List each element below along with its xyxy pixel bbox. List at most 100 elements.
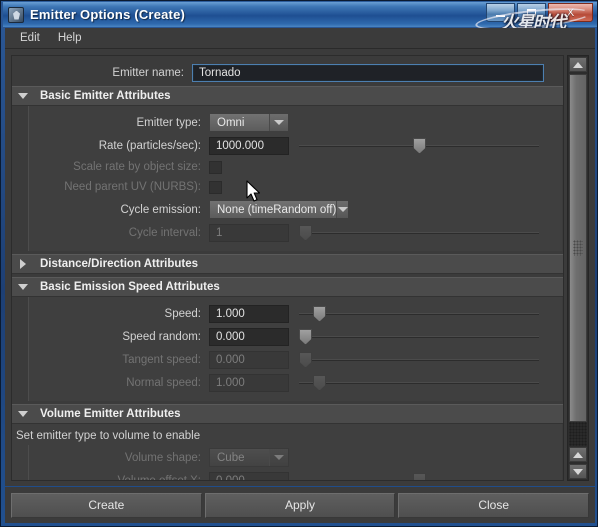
need-parent-uv-checkbox[interactable] xyxy=(209,180,222,194)
row-normal-speed: Normal speed: 1.000 xyxy=(29,372,562,393)
maya-app-icon xyxy=(8,6,24,23)
triangle-right-icon[interactable] xyxy=(12,259,34,269)
menu-item-help[interactable]: Help xyxy=(49,30,91,46)
window-controls: X xyxy=(486,3,593,22)
speed-slider-handle[interactable] xyxy=(313,305,326,322)
minimize-button[interactable] xyxy=(486,3,515,22)
cycle-interval-input[interactable]: 1 xyxy=(209,223,289,242)
normal-speed-label: Normal speed: xyxy=(126,376,201,389)
triangle-down-icon[interactable] xyxy=(12,284,34,290)
close-dialog-button[interactable]: Close xyxy=(398,492,590,518)
speed-slider[interactable] xyxy=(299,305,549,323)
scroll-down-arrow-icon[interactable] xyxy=(569,464,587,479)
volume-shape-dropdown[interactable]: Cube xyxy=(209,448,289,467)
speed-random-slider-track[interactable] xyxy=(299,335,539,338)
title-bar: Emitter Options (Create) X 火星时代 www.hxsd… xyxy=(3,2,597,38)
emitter-name-input[interactable]: Tornado xyxy=(192,63,544,82)
rate-input[interactable]: 1000.000 xyxy=(209,136,289,155)
volume-offset-x-input[interactable]: 0.000 xyxy=(209,471,289,480)
tangent-speed-input[interactable]: 0.000 xyxy=(209,350,289,369)
row-cycle-interval: Cycle interval: 1 xyxy=(29,222,562,243)
speed-input[interactable]: 1.000 xyxy=(209,304,289,323)
scrollbar-grip-icon xyxy=(573,240,583,256)
rate-slider-handle[interactable] xyxy=(413,137,426,154)
dialog-body: Emitter name: Tornado Basic Emitter Attr… xyxy=(5,48,595,486)
section-title: Volume Emitter Attributes xyxy=(40,408,181,420)
speed-random-slider[interactable] xyxy=(299,328,549,346)
close-icon: X xyxy=(566,6,575,19)
emitter-type-value: Omni xyxy=(217,116,245,129)
volume-offset-x-slider-handle[interactable] xyxy=(413,472,426,480)
emitter-name-label: Emitter name: xyxy=(112,66,184,79)
row-cycle-emission: Cycle emission: None (timeRandom off) xyxy=(29,199,562,220)
cycle-emission-value: None (timeRandom off) xyxy=(217,203,337,216)
section-header-basic-emission-speed-attributes[interactable]: Basic Emission Speed Attributes xyxy=(12,277,563,297)
maximize-icon xyxy=(527,8,536,17)
row-rate: Rate (particles/sec): 1000.000 xyxy=(29,135,562,156)
maximize-button[interactable] xyxy=(517,3,546,22)
rate-slider[interactable] xyxy=(299,137,549,155)
triangle-down-icon[interactable] xyxy=(12,411,34,417)
cycle-emission-dropdown[interactable]: None (timeRandom off) xyxy=(209,200,349,219)
normal-speed-slider-handle[interactable] xyxy=(313,374,326,391)
chevron-down-icon[interactable] xyxy=(336,201,348,218)
row-speed: Speed: 1.000 xyxy=(29,303,562,324)
dialog-footer: Create Apply Close xyxy=(5,487,595,523)
chevron-down-icon[interactable] xyxy=(269,114,288,131)
menu-item-edit[interactable]: Edit xyxy=(11,30,49,46)
volume-shape-label: Volume shape: xyxy=(124,451,201,464)
emitter-type-dropdown[interactable]: Omni xyxy=(209,113,289,132)
apply-button[interactable]: Apply xyxy=(204,492,396,518)
menu-bar: Edit Help xyxy=(5,28,595,48)
cycle-interval-slider-track[interactable] xyxy=(299,231,539,234)
section-title: Distance/Direction Attributes xyxy=(40,258,199,270)
section-body-basic-emitter-attributes: Emitter type: Omni Rate (particles/sec):… xyxy=(28,106,562,251)
row-need-parent-uv: Need parent UV (NURBS): xyxy=(29,178,562,196)
cycle-interval-label: Cycle interval: xyxy=(128,226,201,239)
section-header-distance-direction-attributes[interactable]: Distance/Direction Attributes xyxy=(12,254,563,274)
emitter-type-label: Emitter type: xyxy=(136,116,201,129)
speed-random-input[interactable]: 0.000 xyxy=(209,327,289,346)
tangent-speed-label: Tangent speed: xyxy=(122,353,201,366)
triangle-down-icon[interactable] xyxy=(12,93,34,99)
volume-enable-note: Set emitter type to volume to enable xyxy=(16,430,201,442)
scroll-up-step-button[interactable] xyxy=(569,447,587,462)
row-speed-random: Speed random: 0.000 xyxy=(29,326,562,347)
tangent-speed-slider-handle[interactable] xyxy=(299,351,312,368)
scroll-up-arrow-icon[interactable] xyxy=(569,57,587,72)
scrollbar-thumb[interactable] xyxy=(569,74,587,422)
chevron-down-icon[interactable] xyxy=(269,449,288,466)
row-volume-offset-x: Volume offset X: 0.000 xyxy=(29,470,562,480)
normal-speed-input[interactable]: 1.000 xyxy=(209,373,289,392)
normal-speed-slider-track[interactable] xyxy=(299,381,539,384)
minimize-icon xyxy=(496,14,505,17)
section-title: Basic Emitter Attributes xyxy=(40,90,171,102)
row-volume-shape: Volume shape: Cube xyxy=(29,447,562,468)
row-scale-rate: Scale rate by object size: xyxy=(29,158,562,176)
row-emitter-name: Emitter name: Tornado xyxy=(12,62,563,83)
cycle-emission-label: Cycle emission: xyxy=(120,203,201,216)
scale-rate-checkbox[interactable] xyxy=(209,160,222,174)
vertical-scrollbar[interactable] xyxy=(567,55,589,481)
create-button[interactable]: Create xyxy=(11,492,202,518)
row-emitter-type: Emitter type: Omni xyxy=(29,112,562,133)
cycle-interval-slider-handle[interactable] xyxy=(299,224,312,241)
volume-fields-group: Volume shape: Cube Volume offset X: 0.00… xyxy=(28,445,562,480)
section-body-volume-emitter-attributes: Set emitter type to volume to enable Vol… xyxy=(12,424,562,480)
volume-shape-value: Cube xyxy=(217,451,245,464)
normal-speed-slider[interactable] xyxy=(299,374,549,392)
speed-random-slider-handle[interactable] xyxy=(299,328,312,345)
need-parent-uv-label: Need parent UV (NURBS): xyxy=(64,181,201,193)
cycle-interval-slider[interactable] xyxy=(299,224,549,242)
volume-offset-x-slider[interactable] xyxy=(299,472,549,480)
section-header-volume-emitter-attributes[interactable]: Volume Emitter Attributes xyxy=(12,404,563,424)
speed-label: Speed: xyxy=(164,307,201,320)
close-button[interactable]: X xyxy=(548,3,593,22)
tangent-speed-slider[interactable] xyxy=(299,351,549,369)
section-header-basic-emitter-attributes[interactable]: Basic Emitter Attributes xyxy=(12,86,563,106)
window-title: Emitter Options (Create) xyxy=(30,7,186,22)
speed-slider-track[interactable] xyxy=(299,312,539,315)
tangent-speed-slider-track[interactable] xyxy=(299,358,539,361)
scale-rate-label: Scale rate by object size: xyxy=(73,161,201,173)
scrollbar-track[interactable] xyxy=(569,422,587,446)
